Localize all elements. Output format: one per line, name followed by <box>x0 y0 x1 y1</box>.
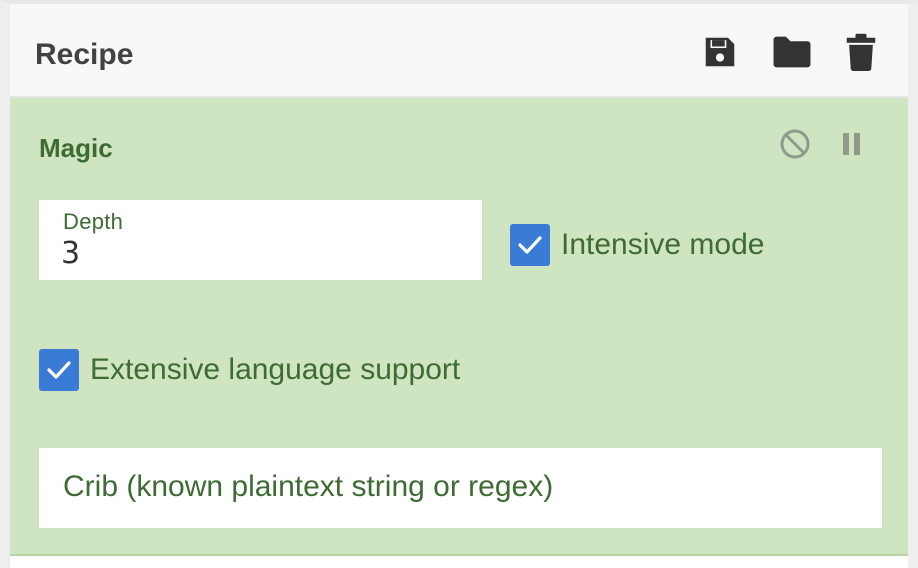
breakpoint-button[interactable] <box>834 126 870 162</box>
operation-title: Magic <box>39 133 113 163</box>
depth-field[interactable]: Depth <box>39 200 482 280</box>
checkmark-icon <box>518 236 542 254</box>
intensive-mode-checkbox[interactable]: Intensive mode <box>510 224 764 266</box>
extensive-language-label: Extensive language support <box>90 353 461 386</box>
crib-field[interactable] <box>39 448 882 528</box>
crib-input[interactable] <box>63 470 863 504</box>
recipe-title: Recipe <box>35 38 134 71</box>
depth-input[interactable] <box>61 236 461 271</box>
save-icon <box>705 37 735 67</box>
folder-icon <box>773 36 811 68</box>
extensive-language-checkbox[interactable]: Extensive language support <box>39 349 460 391</box>
recipe-header: Recipe <box>10 4 908 98</box>
clear-recipe-button[interactable] <box>841 32 881 72</box>
disable-operation-button[interactable] <box>777 126 813 162</box>
intensive-mode-check[interactable] <box>510 224 550 266</box>
trash-icon <box>846 33 876 71</box>
load-recipe-button[interactable] <box>772 32 812 72</box>
checkmark-icon <box>47 361 71 379</box>
intensive-mode-label: Intensive mode <box>561 228 765 261</box>
magic-operation: Magic Depth Intensive mode Extensive <box>10 98 908 556</box>
extensive-language-check[interactable] <box>39 349 79 391</box>
disable-icon <box>780 129 810 159</box>
depth-label: Depth <box>63 209 124 234</box>
pause-icon <box>843 133 860 155</box>
save-recipe-button[interactable] <box>700 32 740 72</box>
